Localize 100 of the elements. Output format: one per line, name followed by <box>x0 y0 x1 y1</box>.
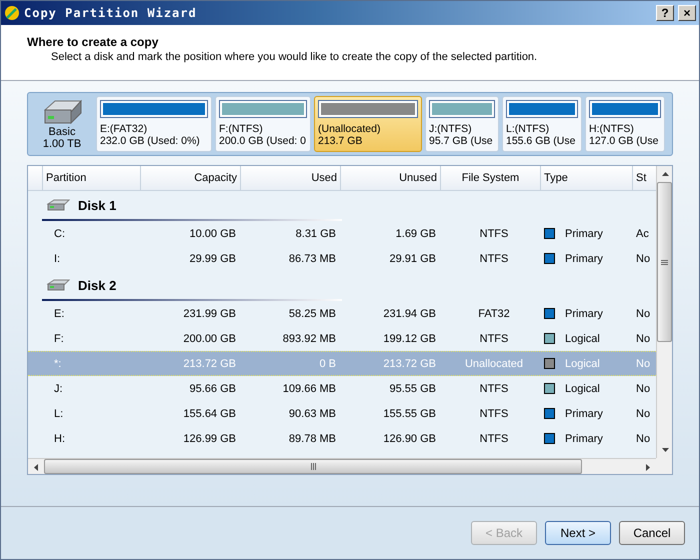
partition-block[interactable]: F:(NTFS) 200.0 GB (Used: 0 <box>215 96 311 152</box>
table-cell-text: No <box>635 382 650 394</box>
close-button[interactable]: × <box>678 5 696 21</box>
help-button[interactable]: ? <box>656 5 674 21</box>
partition-detail: 200.0 GB (Used: 0 <box>219 135 307 147</box>
partition-block[interactable]: E:(FAT32) 232.0 GB (Used: 0%) <box>96 96 212 152</box>
column-header[interactable]: Used <box>240 166 340 190</box>
table-cell-text: E: <box>53 308 66 320</box>
partition-detail: 95.7 GB (Use <box>429 135 494 147</box>
partition-detail: 232.0 GB (Used: 0%) <box>100 135 201 147</box>
vertical-scrollbar[interactable] <box>656 166 672 458</box>
table-cell-text: I: <box>53 252 62 264</box>
partition-row[interactable]: F: 200.00 GB 893.92 MB 199.12 GB NTFS Logical No <box>28 326 656 351</box>
table-cell-text: 199.12 GB <box>382 332 437 344</box>
disk-name: Disk 2 <box>78 278 116 292</box>
step-description: Select a disk and mark the position where you would like to create the copy of the selected partition. <box>50 51 538 63</box>
table-cell: Primary <box>565 228 603 240</box>
table-cell-text: No <box>635 358 650 370</box>
table-cell-text: Unallocated <box>464 358 524 370</box>
table-cell-text: No <box>635 332 650 344</box>
wizard-button[interactable]: Next > <box>545 521 611 545</box>
disk-size: 1.00 TB <box>42 138 82 150</box>
table-cell-text: 200.00 GB <box>182 332 237 344</box>
table-cell-text: No <box>635 408 650 420</box>
left-arrow-icon <box>34 464 38 470</box>
table-cell-text: NTFS <box>478 382 510 394</box>
partition-row[interactable]: L: 155.64 GB 90.63 MB 155.55 GB NTFS Primary No <box>28 401 656 426</box>
table-cell-text: 89.78 MB <box>288 432 337 444</box>
table-cell-text: J: <box>53 382 64 394</box>
partition-label: (Unallocated) <box>318 123 382 135</box>
column-header[interactable]: Unused <box>340 166 440 190</box>
table-cell: Logical <box>565 382 600 394</box>
window-title: Copy Partition Wizard <box>24 6 198 20</box>
table-cell-text: No <box>635 432 650 444</box>
horizontal-scrollbar[interactable] <box>28 458 656 474</box>
grip-icon <box>310 463 316 470</box>
table-cell-text: 8.31 GB <box>294 228 337 240</box>
disk-type: Basic <box>48 126 76 138</box>
table-cell-text: NTFS <box>478 252 510 264</box>
table-cell-text: 213.72 GB <box>182 358 237 370</box>
table-cell-text: F: <box>53 332 65 344</box>
partition-row[interactable]: H: 126.99 GB 89.78 MB 126.90 GB NTFS Primary No <box>28 426 656 451</box>
partition-block[interactable]: (Unallocated) 213.7 GB <box>314 96 422 152</box>
hard-drive-icon <box>46 279 70 291</box>
column-header[interactable]: File System <box>440 166 540 190</box>
partition-row[interactable]: C: 10.00 GB 8.31 GB 1.69 GB NTFS Primary Ac <box>28 221 656 246</box>
partition-label: J:(NTFS) <box>429 123 473 135</box>
partition-block[interactable]: J:(NTFS) 95.7 GB (Use <box>425 96 499 152</box>
table-cell-text: 231.99 GB <box>182 308 237 320</box>
table-cell-text: 155.64 GB <box>182 408 237 420</box>
step-title: Where to create a copy <box>27 35 160 49</box>
wizard-wand-icon <box>4 5 20 21</box>
table-cell-text: H: <box>53 432 66 444</box>
table-cell-text: No <box>635 308 650 320</box>
table-cell-text: 29.91 GB <box>388 252 437 264</box>
table-cell: Logical <box>565 332 600 344</box>
table-cell-text: 126.90 GB <box>382 432 437 444</box>
partition-detail: 127.0 GB (Use <box>589 135 660 147</box>
table-cell-text: 213.72 GB <box>382 358 437 370</box>
partition-detail: 155.6 GB (Use <box>506 135 576 147</box>
table-cell-text: 58.25 MB <box>288 308 337 320</box>
table-cell: Primary <box>565 252 603 264</box>
hard-drive-icon <box>46 199 70 211</box>
table-cell-text: 1.69 GB <box>394 228 437 240</box>
table-cell-text: 109.66 MB <box>282 382 337 394</box>
column-header[interactable]: Partition <box>42 166 140 190</box>
table-cell-text: NTFS <box>478 408 510 420</box>
partition-label: F:(NTFS) <box>219 123 264 135</box>
column-header[interactable]: Capacity <box>140 166 240 190</box>
partition-row[interactable]: E: 231.99 GB 58.25 MB 231.94 GB FAT32 Primary No <box>28 301 656 326</box>
table-cell-text: C: <box>53 228 66 240</box>
table-cell-text: FAT32 <box>477 308 511 320</box>
table-cell-text: NTFS <box>478 432 510 444</box>
table-cell-text: 231.94 GB <box>382 308 437 320</box>
wizard-button[interactable]: Cancel <box>619 521 685 545</box>
table-cell: Logical <box>565 358 600 370</box>
table-cell-text: L: <box>53 408 64 420</box>
partition-block[interactable]: L:(NTFS) 155.6 GB (Use <box>502 96 582 152</box>
table-cell-text: 90.63 MB <box>288 408 337 420</box>
table-cell-text: 10.00 GB <box>188 228 237 240</box>
table-cell-text: 29.99 GB <box>188 252 237 264</box>
table-cell-text: 95.55 GB <box>388 382 437 394</box>
table-cell-text: *: <box>53 358 62 370</box>
table-cell-text: NTFS <box>478 228 510 240</box>
partition-label: E:(FAT32) <box>100 123 148 135</box>
table-cell-text: NTFS <box>478 332 510 344</box>
column-header[interactable]: Type <box>540 166 632 190</box>
partition-label: H:(NTFS) <box>589 123 635 135</box>
table-cell-text: 893.92 MB <box>282 332 337 344</box>
right-arrow-icon <box>646 464 650 470</box>
table-cell-text: 155.55 GB <box>382 408 437 420</box>
partition-row[interactable]: J: 95.66 GB 109.66 MB 95.55 GB NTFS Logical No <box>28 376 656 401</box>
table-cell-text: No <box>635 252 650 264</box>
partition-row[interactable]: I: 29.99 GB 86.73 MB 29.91 GB NTFS Primary No <box>28 246 656 271</box>
partition-label: L:(NTFS) <box>506 123 550 135</box>
table-cell-text: 126.99 GB <box>182 432 237 444</box>
table-cell: Primary <box>565 408 603 420</box>
hard-drive-icon <box>41 98 83 126</box>
partition-detail: 213.7 GB <box>318 135 364 147</box>
partition-block[interactable]: H:(NTFS) 127.0 GB (Use <box>585 96 665 152</box>
